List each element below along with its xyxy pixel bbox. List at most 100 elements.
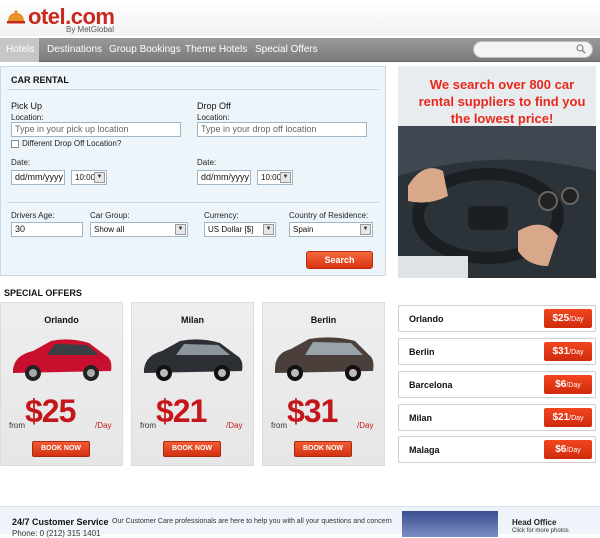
deal-price: $6 — [555, 379, 567, 390]
divider — [7, 202, 379, 203]
pickup-location-input[interactable]: Type in your pick up location — [11, 122, 181, 137]
chevron-down-icon: ▼ — [94, 172, 105, 183]
dropoff-time-select[interactable]: 10:00 ▼ — [257, 170, 293, 185]
pickup-location-label: Location: — [11, 113, 44, 122]
offer-price: $21 — [156, 393, 207, 429]
pickup-time-select[interactable]: 10:00 ▼ — [71, 170, 107, 185]
bell-hat-icon — [7, 10, 25, 24]
divider — [7, 89, 379, 90]
deal-row[interactable]: Barcelona $6/Day — [398, 371, 596, 398]
deal-price: $6 — [555, 444, 567, 455]
offer-card[interactable]: Berlin from $31 /Day BOOK NOW — [262, 302, 385, 466]
offer-card[interactable]: Milan from $21 /Day BOOK NOW — [131, 302, 254, 466]
chevron-down-icon: ▼ — [280, 172, 291, 183]
deal-per: /Day — [569, 349, 584, 356]
book-now-button[interactable]: BOOK NOW — [294, 441, 352, 457]
deal-price-badge[interactable]: $31/Day — [544, 342, 592, 361]
promo-text: We search over 800 car rental suppliers … — [418, 77, 586, 126]
currency-value: US Dollar [$] — [208, 225, 254, 234]
car-rental-form: CAR RENTAL Pick Up Location: Type in you… — [0, 66, 386, 276]
deal-price-badge[interactable]: $21/Day — [544, 408, 592, 427]
nav-hotels[interactable]: Hotels — [0, 38, 39, 62]
footer-bar: 24/7 Customer Service Our Customer Care … — [0, 506, 600, 538]
pickup-heading: Pick Up — [11, 101, 43, 111]
search-input[interactable] — [473, 41, 593, 58]
pickup-date-label: Date: — [11, 158, 31, 167]
special-offers-title: SPECIAL OFFERS — [4, 288, 82, 298]
dropoff-location-input[interactable]: Type in your drop off location — [197, 122, 367, 137]
dropoff-time-value: 10:00 — [261, 173, 282, 182]
offer-city: Orlando — [44, 315, 79, 325]
deal-city: Barcelona — [409, 380, 453, 390]
dropoff-date-input[interactable]: dd/mm/yyyy — [197, 170, 251, 185]
deal-city: Milan — [409, 413, 433, 423]
chevron-down-icon: ▼ — [360, 224, 371, 235]
different-dropoff-checkbox[interactable] — [11, 140, 19, 148]
car-rental-title: CAR RENTAL — [11, 75, 69, 85]
customer-service-desc: Our Customer Care professionals are here… — [112, 518, 392, 525]
pickup-time-value: 10:00 — [75, 173, 96, 182]
customer-service-title: 24/7 Customer Service — [12, 517, 109, 527]
deal-row[interactable]: Malaga $6/Day — [398, 436, 596, 463]
promo-banner: We search over 800 car rental suppliers … — [398, 66, 596, 278]
office-photo[interactable] — [402, 511, 498, 537]
deal-city: Orlando — [409, 314, 444, 324]
search-button[interactable]: Search — [306, 251, 373, 269]
currency-select[interactable]: US Dollar [$] ▼ — [204, 222, 276, 237]
nav-group-bookings[interactable]: Group Bookings — [103, 38, 187, 62]
dropoff-location-label: Location: — [197, 113, 230, 122]
car-group-label: Car Group: — [90, 211, 130, 220]
dropoff-date-label: Date: — [197, 158, 217, 167]
car-image — [144, 339, 243, 381]
book-now-button[interactable]: BOOK NOW — [32, 441, 90, 457]
car-group-select[interactable]: Show all ▼ — [90, 222, 188, 237]
car-group-value: Show all — [94, 225, 125, 234]
site-header: otel.com By MetGlobal — [0, 0, 600, 36]
different-dropoff-label: Different Drop Off Location? — [22, 139, 122, 148]
main-nav: Hotels Destinations Group Bookings Theme… — [0, 38, 600, 62]
offer-unit: /Day — [226, 421, 243, 430]
pickup-date-input[interactable]: dd/mm/yyyy — [11, 170, 65, 185]
car-image — [13, 339, 112, 381]
nav-theme-hotels[interactable]: Theme Hotels — [179, 38, 253, 62]
head-office-title: Head Office — [512, 518, 557, 527]
currency-label: Currency: — [204, 211, 239, 220]
deal-price-badge[interactable]: $25/Day — [544, 309, 592, 328]
deal-city: Malaga — [409, 445, 440, 455]
deal-per: /Day — [566, 447, 581, 454]
chevron-down-icon: ▼ — [263, 224, 274, 235]
deal-price-badge[interactable]: $6/Day — [544, 440, 592, 459]
country-select[interactable]: Spain ▼ — [289, 222, 373, 237]
offer-from: from — [9, 421, 25, 430]
deal-per: /Day — [566, 382, 581, 389]
deal-per: /Day — [569, 316, 584, 323]
offer-card[interactable]: Orlando from $25 /Day BOOK NOW — [0, 302, 123, 466]
offer-price: $25 — [25, 393, 76, 429]
offer-unit: /Day — [95, 421, 112, 430]
search-icon[interactable] — [576, 44, 586, 54]
drivers-age-input[interactable]: 30 — [11, 222, 83, 237]
deal-row[interactable]: Milan $21/Day — [398, 404, 596, 431]
offer-price: $31 — [287, 393, 338, 429]
deal-row[interactable]: Berlin $31/Day — [398, 338, 596, 365]
nav-special-offers[interactable]: Special Offers — [249, 38, 324, 62]
deal-price: $31 — [552, 346, 570, 357]
car-image — [275, 337, 374, 381]
offer-city: Berlin — [310, 315, 337, 325]
logo-subtitle: By MetGlobal — [66, 25, 115, 34]
offer-from: from — [271, 421, 287, 430]
offer-city: Milan — [180, 315, 204, 325]
deal-price: $21 — [552, 412, 570, 423]
offer-from: from — [140, 421, 156, 430]
head-office-link[interactable]: Click for more photos — [512, 528, 569, 534]
deal-city: Berlin — [409, 347, 435, 357]
chevron-down-icon: ▼ — [175, 224, 186, 235]
deal-price-badge[interactable]: $6/Day — [544, 375, 592, 394]
drivers-age-label: Drivers Age: — [11, 211, 55, 220]
nav-destinations[interactable]: Destinations — [41, 38, 108, 62]
dropoff-heading: Drop Off — [197, 101, 231, 111]
deal-per: /Day — [569, 415, 584, 422]
deal-row[interactable]: Orlando $25/Day — [398, 305, 596, 332]
book-now-button[interactable]: BOOK NOW — [163, 441, 221, 457]
country-label: Country of Residence: — [289, 211, 369, 220]
